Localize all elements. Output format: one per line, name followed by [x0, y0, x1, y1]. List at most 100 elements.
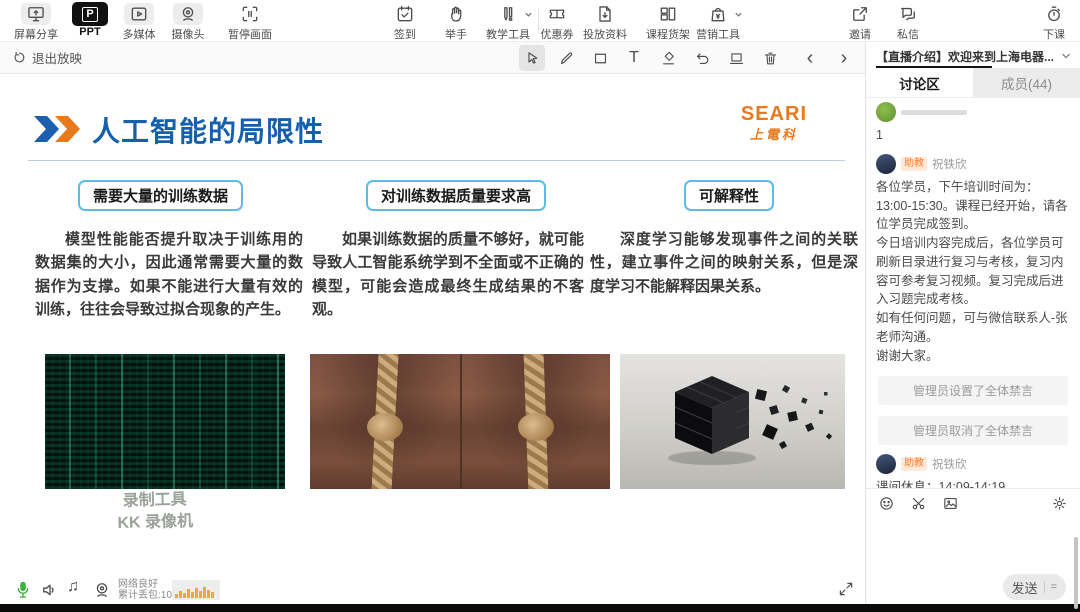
music-icon[interactable]: ♫: [67, 578, 79, 596]
keyword-box-1: 需要大量的训练数据: [78, 180, 244, 211]
chat-sidebar: 【直播介绍】欢迎来到上海电器... 讨论区 成员(44) 1 助教 祝铁欣 各位…: [865, 42, 1080, 609]
course-shelf-icon: [653, 3, 683, 25]
toolbar-item-label: 签到: [394, 29, 416, 41]
chat-message: 1: [876, 102, 1070, 145]
watermark-line2: KK 录像机: [117, 512, 194, 532]
toolbar-item-label: 教学工具: [486, 29, 530, 41]
toolbar-item-marketing-tools[interactable]: 营销工具: [684, 3, 752, 42]
rectangle-tool-button[interactable]: [587, 45, 613, 71]
sidebar-tabs: 讨论区 成员(44): [866, 68, 1080, 98]
send-button[interactable]: 发送 =: [1002, 574, 1066, 600]
toolbar-item-end-class[interactable]: 下课: [1030, 3, 1078, 42]
teaching-tools-icon: [493, 3, 532, 25]
exit-presentation-button[interactable]: 退出放映: [12, 48, 82, 67]
exit-presentation-icon: [12, 50, 27, 65]
logo-subtext: 上電科: [749, 127, 798, 142]
chat-message: 助教 祝铁欣 各位学员，下午培训时间为：13:00-15:30。课程已经开始，请…: [876, 153, 1070, 366]
eraser-tool-button[interactable]: [655, 45, 681, 71]
sender-name: 祝铁欣: [932, 158, 967, 171]
avatar[interactable]: [876, 454, 896, 475]
toolbar-item-label: PPT: [79, 26, 101, 38]
presenter-bar: 退出放映 T ‹ ›: [0, 42, 865, 74]
toolbar-item-label: 屏幕分享: [14, 29, 58, 41]
image-icon[interactable]: [942, 495, 959, 512]
message-text: 各位学员，下午培训时间为：13:00-15:30。课程已经开始，请各位学员完成签…: [876, 179, 1068, 363]
column-text-3: 深度学习能够发现事件之间的关联性，建立事件之间的映射关系，但是深度学习不能解释因…: [590, 231, 858, 295]
select-tool-button[interactable]: [519, 45, 545, 71]
assistant-badge: 助教: [901, 156, 927, 171]
chat-settings-icon[interactable]: [1051, 495, 1068, 512]
text-tool-button[interactable]: T: [621, 45, 647, 71]
toolbar-item-sign-in[interactable]: 签到: [377, 3, 433, 42]
column-text-2: 如果训练数据的质量不够好，就可能导致人工智能系统学到不全面或不正确的模型，可能会…: [312, 231, 584, 318]
avatar[interactable]: [876, 102, 896, 122]
send-label: 发送: [1011, 580, 1038, 596]
toolbar-item-pause-screen[interactable]: 暂停画面: [218, 3, 282, 42]
screenshot-icon[interactable]: [910, 495, 927, 512]
toolbar-item-label: 举手: [445, 29, 467, 41]
network-status: 网络良好 累计丢包:10: [118, 579, 172, 601]
system-message: 管理员取消了全体禁言: [878, 416, 1068, 446]
coupon-icon: [542, 3, 572, 25]
raise-hand-icon: [441, 3, 471, 25]
toolbar-item-multimedia[interactable]: 多媒体: [111, 3, 167, 42]
speaker-icon[interactable]: [40, 580, 60, 600]
sidebar-scrollbar[interactable]: [1074, 537, 1078, 609]
toolbar-item-label: 摄像头: [171, 29, 205, 41]
next-page-button[interactable]: ›: [831, 45, 857, 71]
clear-board-button[interactable]: [723, 45, 749, 71]
keyword-box-2: 对训练数据质量要求高: [366, 180, 547, 211]
emoji-icon[interactable]: [878, 495, 895, 512]
toolbar-item-label: 私信: [897, 29, 919, 41]
tab-members[interactable]: 成员(44): [973, 68, 1080, 97]
keyword-box-3: 可解释性: [684, 180, 775, 211]
toolbar-item-materials[interactable]: 投放资料: [573, 3, 637, 42]
fullscreen-icon[interactable]: [837, 580, 855, 598]
toolbar-item-label: 邀请: [849, 29, 871, 41]
audio-level-bars: [172, 580, 220, 600]
seari-logo: SEARI 上電科: [741, 104, 807, 143]
chat-input-area[interactable]: [866, 516, 1080, 568]
message-list[interactable]: 1 助教 祝铁欣 各位学员，下午培训时间为：13:00-15:30。课程已经开始…: [866, 98, 1080, 488]
chevron-down-icon[interactable]: [1060, 50, 1072, 62]
multimedia-icon: [124, 3, 154, 25]
rope-panel-left: [310, 354, 460, 489]
toolbar-item-ppt[interactable]: P PPT: [62, 2, 118, 38]
undo-button[interactable]: [689, 45, 715, 71]
logo-text: SEARI: [740, 103, 807, 125]
avatar[interactable]: [876, 153, 896, 174]
webcam-icon[interactable]: [92, 580, 112, 600]
live-class-window: 屏幕分享 P PPT 多媒体 摄像头 暂停画面 签到 举手 教学工具 优惠券 投…: [0, 0, 1080, 612]
send-options-icon[interactable]: =: [1051, 581, 1057, 593]
sign-in-icon: [390, 3, 420, 25]
matrix-code-image: [45, 354, 285, 489]
room-header[interactable]: 【直播介绍】欢迎来到上海电器...: [866, 42, 1080, 68]
microphone-icon[interactable]: [13, 580, 33, 600]
prev-page-button[interactable]: ‹: [797, 45, 823, 71]
toolbar-item-camera[interactable]: 摄像头: [160, 3, 216, 42]
toolbar-item-label: 暂停画面: [228, 29, 272, 41]
system-message: 管理员设置了全体禁言: [878, 376, 1068, 406]
sender-name: 祝铁欣: [932, 459, 967, 472]
title-underline: [28, 160, 845, 161]
materials-icon: [590, 3, 620, 25]
toolbar-item-label: 投放资料: [583, 29, 627, 41]
message-text: 课间休息：14:09-14:19: [876, 480, 1006, 488]
sender-name: [901, 109, 967, 115]
assistant-badge: 助教: [901, 457, 927, 472]
toolbar-item-private-message[interactable]: 私信: [880, 3, 936, 42]
chevron-down-icon: [734, 10, 743, 19]
chat-input-toolbar: [866, 489, 1080, 516]
fraying-rope-image: [310, 354, 610, 489]
marketing-tools-icon: [703, 3, 742, 25]
toolbar-item-label: 下课: [1043, 29, 1065, 41]
ppt-icon: P: [72, 2, 108, 26]
toolbar-item-screen-share[interactable]: 屏幕分享: [8, 3, 64, 42]
network-quality: 网络良好: [118, 579, 158, 590]
pen-tool-button[interactable]: [553, 45, 579, 71]
tab-discussion[interactable]: 讨论区: [866, 68, 973, 97]
rope-panel-right: [460, 354, 610, 489]
exit-presentation-label: 退出放映: [32, 52, 83, 66]
trash-button[interactable]: [757, 45, 783, 71]
toolbar-item-label: 优惠券: [540, 29, 574, 41]
